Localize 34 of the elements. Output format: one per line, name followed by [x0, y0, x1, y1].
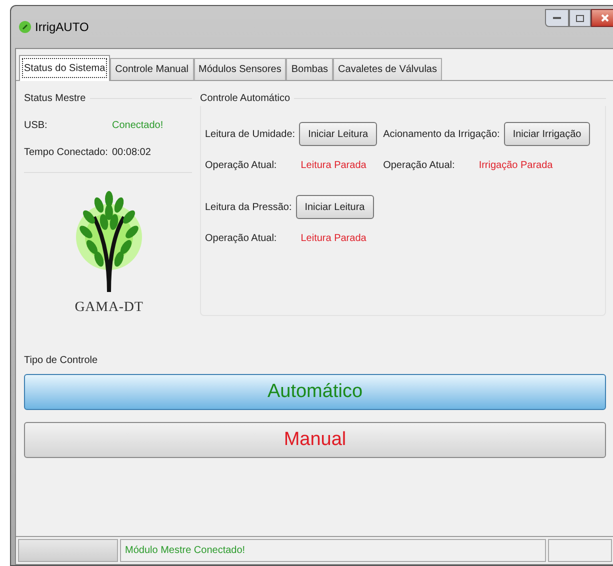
tab[interactable]: Status do Sistema: [19, 55, 110, 81]
app-icon: [19, 21, 31, 33]
field-label: Operação Atual:: [383, 159, 455, 173]
tab[interactable]: Controle Manual: [110, 58, 194, 80]
status-value: Irrigação Parada: [478, 159, 553, 173]
group-title: Tipo de Controle: [24, 354, 99, 368]
group-title: Status Mestre: [24, 92, 86, 106]
status-value: 00:08:02: [112, 146, 151, 160]
minimize-button[interactable]: [545, 9, 569, 27]
field-label: Leitura de Umidade:: [205, 128, 296, 142]
start-button[interactable]: Iniciar Leitura: [299, 122, 378, 146]
window-title: IrrigAUTO: [35, 19, 89, 36]
tab[interactable]: Módulos Sensores: [194, 58, 286, 80]
field-label: Operação Atual:: [205, 159, 277, 173]
close-button[interactable]: [591, 9, 613, 27]
status-message: Módulo Mestre Conectado!: [125, 544, 246, 558]
group-title: Controle Automático: [200, 92, 290, 106]
start-button[interactable]: Iniciar Irrigação: [504, 122, 590, 146]
status-panel: [548, 539, 612, 562]
start-button[interactable]: Iniciar Leitura: [296, 195, 374, 219]
field-label: Leitura da Pressão:: [205, 200, 292, 214]
mode-button[interactable]: Manual: [24, 422, 606, 458]
close-icon: [601, 14, 609, 22]
status-value: Conectado!: [112, 119, 164, 133]
field-label: Operação Atual:: [205, 232, 277, 246]
status-value: Leitura Parada: [300, 159, 366, 173]
field-label: Tempo Conectado:: [24, 146, 109, 160]
tab[interactable]: Cavaletes de Válvulas: [333, 58, 442, 80]
logo-text: GAMA-DT: [74, 299, 144, 317]
maximize-button[interactable]: [569, 9, 591, 27]
tab[interactable]: Bombas: [286, 58, 334, 80]
status-value: Leitura Parada: [300, 232, 366, 246]
field-label: USB:: [24, 119, 48, 133]
field-label: Acionamento da Irrigação:: [383, 128, 500, 142]
